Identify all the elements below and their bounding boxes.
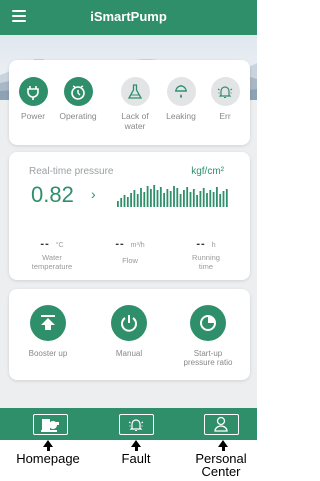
sparkline-bar	[225, 189, 228, 207]
sparkline-bar	[206, 193, 208, 207]
status-leaking: Leaking	[157, 77, 205, 121]
status-err: Err	[201, 77, 249, 121]
pressure-sparkline	[117, 185, 228, 207]
metric-unit: h	[211, 242, 216, 249]
sparkline-bar	[123, 195, 126, 207]
control-label: Manual	[115, 349, 143, 358]
control-label: Booster up	[28, 349, 68, 358]
sparkline-bar	[130, 193, 132, 207]
sparkline-bar	[163, 193, 165, 207]
clock-icon	[63, 77, 93, 106]
sparkline-bar	[173, 186, 175, 207]
bottom-tab-bar	[0, 408, 257, 440]
status-label: Err	[219, 111, 231, 121]
power-button-icon[interactable]	[111, 305, 147, 341]
status-lack-of-water: Lack of water	[111, 77, 159, 131]
metric-unit: m³/h	[130, 242, 145, 249]
sparkline-bar	[183, 190, 185, 207]
label-homepage: Homepage	[16, 451, 80, 466]
metric-flow: -- m³/h Flow	[95, 238, 165, 265]
sparkline-bar	[156, 190, 159, 207]
pressure-title: Real-time pressure	[29, 166, 114, 177]
sparkline-bar	[150, 189, 152, 207]
sparkline-bar	[166, 189, 169, 207]
pump-icon	[41, 419, 59, 432]
up-arrow-icon[interactable]	[30, 305, 66, 341]
metric-running-time: -- h Running time	[171, 238, 241, 271]
pressure-unit: kgf/cm²	[191, 166, 224, 177]
status-label: Power	[20, 111, 46, 121]
pressure-card[interactable]: Real-time pressure kgf/cm² 0.82 › -- °C W…	[9, 152, 250, 280]
label-personal-center: Personal Center	[195, 451, 247, 479]
metric-value: --	[115, 238, 125, 250]
sparkline-bar	[133, 190, 136, 207]
sparkline-bar	[159, 187, 162, 207]
tab-homepage[interactable]	[33, 412, 68, 437]
control-card: Booster up Manual Start-up pressure rati…	[9, 289, 250, 380]
sparkline-bar	[192, 189, 195, 207]
label-fault: Fault	[121, 451, 151, 466]
sparkline-bar	[153, 185, 156, 207]
sparkline-bar	[126, 197, 129, 207]
metric-label: Running time	[192, 253, 220, 271]
sparkline-bar	[169, 191, 172, 207]
status-operating: Operating	[54, 77, 102, 121]
metric-value: --	[196, 238, 206, 250]
startup-pressure-ratio-button[interactable]: Start-up pressure ratio	[173, 305, 243, 367]
status-label: Operating	[59, 111, 97, 121]
drop-icon	[166, 77, 196, 106]
pie-chart-icon[interactable]	[190, 305, 226, 341]
pressure-value: 0.82	[31, 182, 74, 207]
status-label: Leaking	[166, 111, 196, 121]
booster-up-button[interactable]: Booster up	[13, 305, 83, 358]
status-label: Lack of water	[121, 111, 149, 131]
app-title: iSmartPump	[90, 9, 167, 24]
sparkline-bar	[202, 188, 205, 207]
app-header: iSmartPump	[0, 0, 257, 35]
sparkline-bar	[222, 191, 225, 207]
sparkline-bar	[117, 201, 119, 207]
status-power: Power	[9, 77, 57, 121]
chevron-right-icon[interactable]: ›	[91, 186, 96, 202]
sparkline-bar	[179, 194, 182, 207]
control-label: Start-up pressure ratio	[183, 349, 233, 367]
metric-label: Flow	[122, 256, 138, 265]
sparkline-bar	[209, 190, 212, 207]
tab-fault[interactable]	[119, 412, 154, 437]
sparkline-bar	[199, 191, 202, 207]
sparkline-bar	[216, 187, 218, 207]
sparkline-bar	[219, 194, 222, 207]
manual-button[interactable]: Manual	[94, 305, 164, 358]
flask-icon	[120, 77, 150, 106]
user-icon	[214, 416, 228, 432]
sparkline-bar	[186, 187, 189, 207]
sparkline-bar	[196, 195, 198, 207]
metric-unit: °C	[55, 242, 64, 249]
sparkline-bar	[136, 194, 139, 207]
power-icon	[18, 77, 48, 106]
tab-personal-center[interactable]	[204, 412, 239, 437]
metric-value: --	[40, 238, 50, 250]
sparkline-bar	[143, 192, 146, 207]
sparkline-bar	[212, 192, 215, 207]
sparkline-bar	[146, 186, 149, 207]
sparkline-bar	[140, 188, 142, 207]
metric-water-temperature: -- °C Water temperature	[17, 238, 87, 271]
alarm-bell-icon	[210, 77, 240, 106]
sparkline-bar	[120, 198, 123, 207]
metric-label: Water temperature	[31, 253, 73, 271]
alarm-bell-icon	[128, 419, 144, 432]
sparkline-bar	[176, 188, 179, 207]
status-card: Power Operating Lack of water Leaking Er…	[9, 60, 250, 145]
sparkline-bar	[189, 192, 192, 207]
